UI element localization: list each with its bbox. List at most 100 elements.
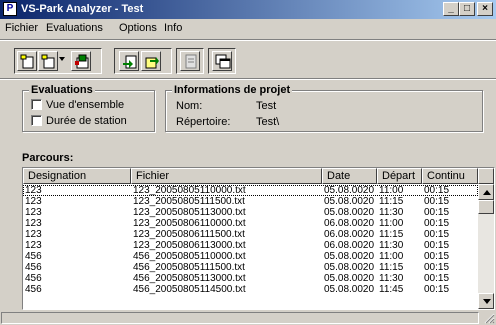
cell-depart: 11:00	[379, 218, 404, 229]
cell-depart: 11:30	[379, 207, 404, 218]
overview-option[interactable]: Vue d'ensemble	[31, 99, 124, 113]
cell-date: 06.08.0020	[324, 240, 375, 251]
table-row[interactable]: 456 456_20050805111500.txt 05.08.0020 11:15…	[23, 262, 478, 273]
cell-continu: 00:15	[424, 196, 450, 207]
cell-designation: 123	[25, 207, 42, 218]
export-data-button[interactable]	[141, 51, 161, 71]
cell-fichier: 123_20050805111500.txt	[133, 196, 245, 207]
table-row[interactable]: 456 456_20050805110000.txt 05.08.0020 11:00…	[23, 251, 478, 262]
open-dropdown-arrow[interactable]	[59, 57, 65, 61]
project-dir-value: Test\	[256, 116, 280, 128]
cell-continu: 00:15	[424, 251, 450, 262]
menu-options[interactable]: Options	[119, 22, 157, 35]
station-duration-label: Durée de station	[46, 115, 127, 127]
new-document-button[interactable]	[17, 51, 37, 71]
column-header-designation[interactable]: Designation	[23, 168, 131, 184]
cell-continu: 00:15	[424, 218, 450, 229]
cell-designation: 123	[25, 240, 42, 251]
vertical-scrollbar[interactable]	[478, 184, 494, 309]
parcours-label: Parcours:	[22, 152, 74, 164]
menu-evaluations[interactable]: Evaluations	[46, 22, 103, 35]
table-row[interactable]: 123 123_20050805110000.txt 05.08.0020 11:00…	[23, 185, 478, 196]
minimize-button[interactable]: _	[443, 2, 459, 16]
cell-depart: 11:00	[379, 185, 404, 196]
cell-date: 05.08.0020	[324, 185, 375, 196]
cell-designation: 123	[25, 229, 42, 240]
page-icon	[185, 54, 197, 69]
cell-depart: 11:15	[379, 196, 404, 207]
column-header-continu[interactable]: Continu	[422, 168, 478, 184]
cell-fichier: 456_20050805114500.txt	[133, 284, 246, 295]
parcours-list[interactable]: Designation Fichier Date Départ Continu …	[22, 167, 495, 310]
import-data-icon	[123, 55, 137, 69]
scroll-up-button[interactable]	[478, 184, 494, 200]
table-row[interactable]: 123 123_20050806110000.txt 06.08.0020 11:00…	[23, 218, 478, 229]
cell-date: 05.08.0020	[324, 284, 375, 295]
cell-depart: 11:30	[379, 273, 404, 284]
table-row[interactable]: 456 456_20050805113000.txt 05.08.0020 11:30…	[23, 273, 478, 284]
table-row[interactable]: 456 456_20050805114500.txt 05.08.0020 11:45…	[23, 284, 478, 295]
menu-fichier[interactable]: Fichier	[5, 22, 38, 35]
cell-fichier: 456_20050805110000.txt	[133, 251, 246, 262]
cell-date: 06.08.0020	[324, 229, 375, 240]
cell-designation: 456	[25, 262, 42, 273]
app-icon: P	[3, 2, 17, 16]
cell-depart: 11:15	[379, 262, 404, 273]
overview-checkbox[interactable]	[31, 99, 42, 110]
open-document-button[interactable]	[38, 51, 58, 71]
windows-button[interactable]	[212, 51, 232, 71]
windows-icon	[215, 54, 231, 69]
status-bar	[0, 311, 496, 325]
import-data-button[interactable]	[119, 51, 139, 71]
cell-designation: 456	[25, 273, 42, 284]
cell-fichier: 123_20050806113000.txt	[133, 240, 246, 251]
window-title: VS-Park Analyzer - Test	[21, 3, 144, 15]
cell-fichier: 456_20050805113000.txt	[133, 273, 246, 284]
overview-label: Vue d'ensemble	[46, 99, 125, 111]
cell-depart: 11:30	[379, 240, 404, 251]
station-duration-option[interactable]: Durée de station	[31, 115, 127, 129]
save-document-icon	[75, 54, 89, 69]
station-duration-checkbox[interactable]	[31, 115, 42, 126]
cell-designation: 456	[25, 251, 42, 262]
project-info-title: Informations de projet	[172, 83, 293, 97]
save-document-button[interactable]	[71, 51, 91, 71]
table-row[interactable]: 123 123_20050806113000.txt 06.08.0020 11:30…	[23, 240, 478, 251]
column-header-date[interactable]: Date	[322, 168, 377, 184]
cell-fichier: 123_20050806111500.txt	[133, 229, 245, 240]
table-row[interactable]: 123 123_20050805113000.txt 05.08.0020 11:30…	[23, 207, 478, 218]
table-row[interactable]: 123 123_20050806111500.txt 06.08.0020 11:15…	[23, 229, 478, 240]
scrollbar-thumb[interactable]	[478, 200, 494, 214]
toolbar-group-windows	[208, 48, 236, 74]
maximize-button[interactable]: □	[459, 2, 475, 16]
cell-fichier: 123_20050805113000.txt	[133, 207, 246, 218]
project-name-value: Test	[256, 100, 277, 112]
title-bar[interactable]: P VS-Park Analyzer - Test _ □ ×	[0, 0, 496, 19]
project-name-label: Nom:	[176, 100, 203, 112]
menu-info[interactable]: Info	[164, 22, 182, 35]
cell-fichier: 123_20050806110000.txt	[133, 218, 246, 229]
cell-continu: 00:15	[424, 240, 450, 251]
cell-date: 05.08.0020	[324, 251, 375, 262]
cell-designation: 123	[25, 196, 42, 207]
cell-date: 05.08.0020	[324, 262, 375, 273]
status-pane	[1, 312, 479, 324]
page-button[interactable]	[180, 51, 200, 71]
cell-continu: 00:15	[424, 207, 450, 218]
scroll-down-button[interactable]	[478, 293, 494, 309]
close-button[interactable]: ×	[477, 2, 493, 16]
toolbar-group-data	[114, 48, 172, 74]
table-row[interactable]: 123 123_20050805111500.txt 05.08.0020 11:15…	[23, 196, 478, 207]
column-header-depart[interactable]: Départ	[377, 168, 422, 184]
toolbar-group-file	[14, 48, 102, 74]
cell-fichier: 123_20050805110000.txt	[133, 185, 246, 196]
cell-date: 05.08.0020	[324, 196, 375, 207]
column-header-fichier[interactable]: Fichier	[131, 168, 322, 184]
cell-designation: 456	[25, 284, 42, 295]
cell-date: 05.08.0020	[324, 273, 375, 284]
evaluations-title: Evaluations	[29, 83, 95, 97]
cell-continu: 00:15	[424, 262, 450, 273]
resize-grip-icon[interactable]	[483, 312, 495, 324]
cell-fichier: 456_20050805111500.txt	[133, 262, 245, 273]
toolbar-group-page	[176, 48, 204, 74]
